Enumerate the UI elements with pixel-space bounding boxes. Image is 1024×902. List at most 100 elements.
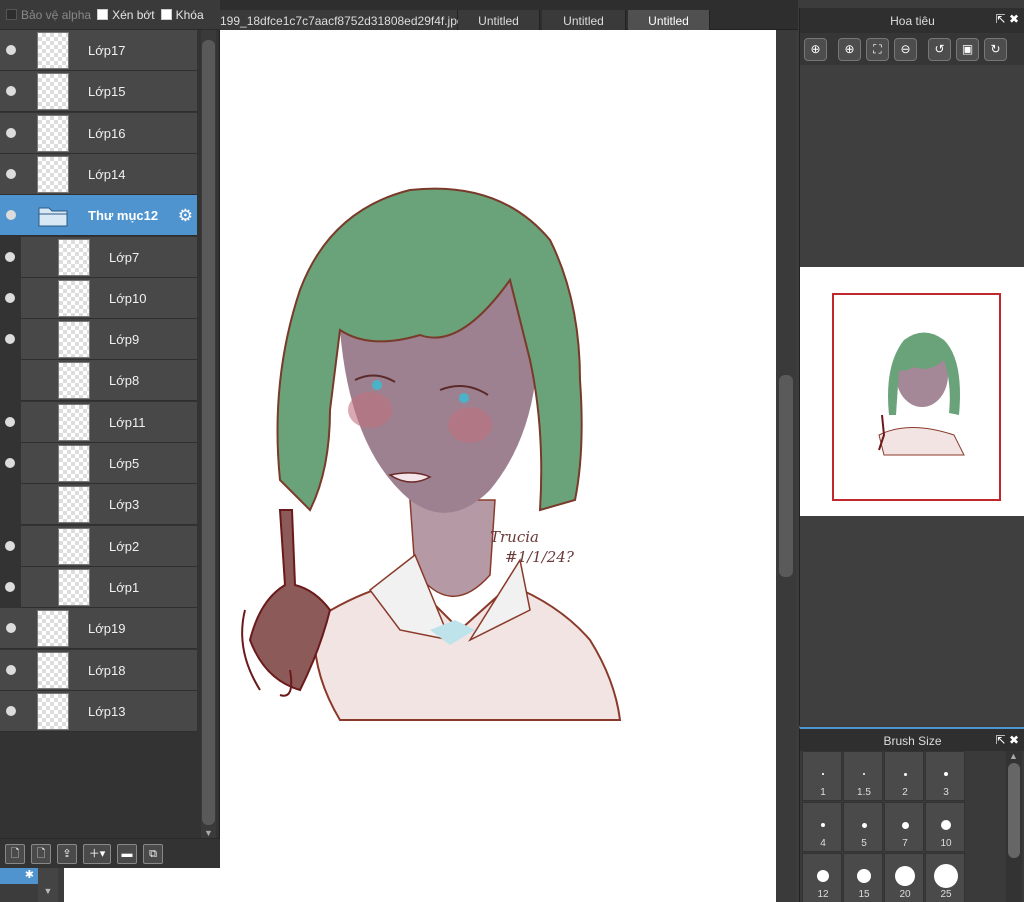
layer-row[interactable]: Lớp17: [0, 30, 197, 71]
layer-row[interactable]: Lớp15: [0, 71, 197, 113]
brush-size-title: Brush Size: [883, 734, 942, 748]
gear-icon[interactable]: ⚙: [178, 206, 193, 226]
visibility-icon[interactable]: [6, 127, 16, 138]
layer-row[interactable]: Lớp7: [5, 236, 197, 278]
layer-row[interactable]: Lớp11: [5, 401, 197, 443]
protect-alpha-option[interactable]: Bảo vệ alpha: [6, 8, 91, 22]
lock-option[interactable]: Khóa: [160, 8, 204, 22]
new-layer-button[interactable]: 🗋: [5, 843, 25, 864]
brush-size-option[interactable]: 5: [843, 802, 883, 852]
lock-checkbox[interactable]: [160, 9, 172, 20]
clipping-option[interactable]: Xén bớt: [97, 8, 155, 22]
navigator-preview[interactable]: [800, 267, 1024, 516]
rotate-right-icon[interactable]: ↻: [984, 37, 1007, 61]
brush-dot-icon: [863, 773, 865, 775]
brush-size-option[interactable]: 1.5: [843, 751, 883, 801]
layer-name: Lớp5: [109, 456, 140, 471]
tab-untitled-1[interactable]: Untitled: [458, 10, 540, 30]
clipping-checkbox[interactable]: [97, 9, 109, 20]
layer-row[interactable]: Lớp14: [0, 153, 197, 195]
fit-icon[interactable]: ⛶: [866, 37, 889, 61]
brush-size-scrollbar-thumb[interactable]: [1008, 763, 1020, 858]
close-icon[interactable]: ✖: [1009, 12, 1019, 26]
visibility-icon[interactable]: [5, 416, 15, 427]
chevron-down-icon[interactable]: ▼: [38, 868, 58, 902]
flip-icon[interactable]: ▣: [956, 37, 979, 61]
visibility-icon[interactable]: [5, 292, 15, 303]
layer-row[interactable]: Lớp19: [0, 608, 197, 650]
tab-image-file[interactable]: 199_18dfce1c7c7aacf8752d31808ed29f4f.jpg: [220, 10, 464, 30]
brush-size-label: 7: [902, 838, 908, 849]
visibility-icon[interactable]: [5, 540, 15, 551]
navigator-viewport-frame[interactable]: [832, 293, 1001, 501]
brush-size-option[interactable]: 1: [802, 751, 842, 801]
tab-untitled-3[interactable]: Untitled: [628, 10, 710, 30]
scroll-down-icon[interactable]: ▼: [204, 828, 213, 838]
brush-size-option[interactable]: 12: [802, 853, 842, 902]
tab-untitled-2[interactable]: Untitled: [542, 10, 626, 30]
visibility-icon[interactable]: [6, 86, 16, 97]
layer-options-bar: Bảo vệ alpha Xén bớt Khóa: [0, 0, 220, 30]
visibility-icon[interactable]: [5, 251, 15, 262]
brush-dot-icon: [895, 866, 915, 886]
brush-size-scrollbar[interactable]: ▲: [1006, 751, 1022, 902]
brush-size-label: 1.5: [857, 787, 871, 798]
new-folder-button[interactable]: ▬: [117, 843, 137, 864]
layer-row[interactable]: Lớp18: [0, 649, 197, 691]
brush-size-option[interactable]: 10: [925, 802, 965, 852]
new-layer-from-selection-button[interactable]: 🗋: [31, 843, 51, 864]
settings-icon[interactable]: ✱: [0, 868, 38, 884]
zoom-out-icon[interactable]: ⊖: [894, 37, 917, 61]
layer-row[interactable]: Lớp5: [5, 443, 197, 484]
layer-thumbnail: [58, 527, 90, 565]
zoom-actual-icon[interactable]: ⊕: [804, 37, 827, 61]
layer-name: Lớp15: [88, 84, 126, 100]
brush-size-option[interactable]: 15: [843, 853, 883, 902]
layers-scrollbar-thumb[interactable]: [202, 40, 215, 825]
layer-folder[interactable]: ⚙ Thư mục12: [0, 195, 197, 237]
duplicate-layer-button[interactable]: ⧉: [143, 843, 163, 864]
visibility-icon[interactable]: [6, 623, 16, 634]
layers-scrollbar[interactable]: ▼: [201, 30, 216, 838]
add-layer-dropdown-button[interactable]: ＋▾: [83, 843, 111, 864]
rotate-left-icon[interactable]: ↺: [928, 37, 951, 61]
layer-row[interactable]: Lớp13: [0, 690, 197, 732]
import-layer-button[interactable]: ⇪: [57, 843, 77, 864]
canvas-scrollbar[interactable]: [776, 30, 796, 902]
layer-row[interactable]: Lớp8: [21, 360, 197, 402]
canvas[interactable]: Trucia #1/1/24?: [220, 30, 776, 902]
brush-size-option[interactable]: 3: [925, 751, 965, 801]
brush-dot-icon: [944, 772, 948, 776]
visibility-icon[interactable]: [5, 581, 15, 592]
layer-row[interactable]: Lớp1: [5, 566, 197, 608]
visibility-icon[interactable]: [6, 705, 16, 716]
visibility-icon[interactable]: [6, 210, 16, 221]
brush-size-option[interactable]: 25: [925, 853, 965, 902]
layer-row[interactable]: Lớp2: [5, 525, 197, 567]
popout-icon[interactable]: ⇱: [996, 12, 1006, 26]
visibility-icon[interactable]: [6, 168, 16, 179]
protect-alpha-label: Bảo vệ alpha: [21, 7, 92, 22]
scroll-up-icon[interactable]: ▲: [1009, 751, 1018, 761]
layer-name: Lớp8: [109, 373, 140, 389]
protect-alpha-checkbox[interactable]: [6, 9, 17, 20]
popout-icon[interactable]: ⇱: [996, 733, 1006, 747]
brush-size-option[interactable]: 2: [884, 751, 924, 801]
layer-row[interactable]: Lớp3: [21, 484, 197, 526]
zoom-in-icon[interactable]: ⊕: [838, 37, 861, 61]
visibility-icon[interactable]: [5, 458, 15, 468]
visibility-icon[interactable]: [6, 664, 16, 675]
brush-size-option[interactable]: 4: [802, 802, 842, 852]
visibility-icon[interactable]: [6, 45, 16, 55]
brush-size-option[interactable]: 7: [884, 802, 924, 852]
layer-thumbnail: [37, 114, 69, 152]
brush-dot-icon: [822, 773, 824, 775]
layer-row[interactable]: Lớp9: [5, 319, 197, 361]
layer-row[interactable]: Lớp10: [5, 277, 197, 319]
canvas-scrollbar-thumb[interactable]: [779, 375, 793, 577]
brush-size-label: 20: [899, 889, 911, 900]
brush-size-option[interactable]: 20: [884, 853, 924, 902]
visibility-icon[interactable]: [5, 334, 15, 345]
layer-row[interactable]: Lớp16: [0, 112, 197, 154]
close-icon[interactable]: ✖: [1009, 733, 1019, 747]
